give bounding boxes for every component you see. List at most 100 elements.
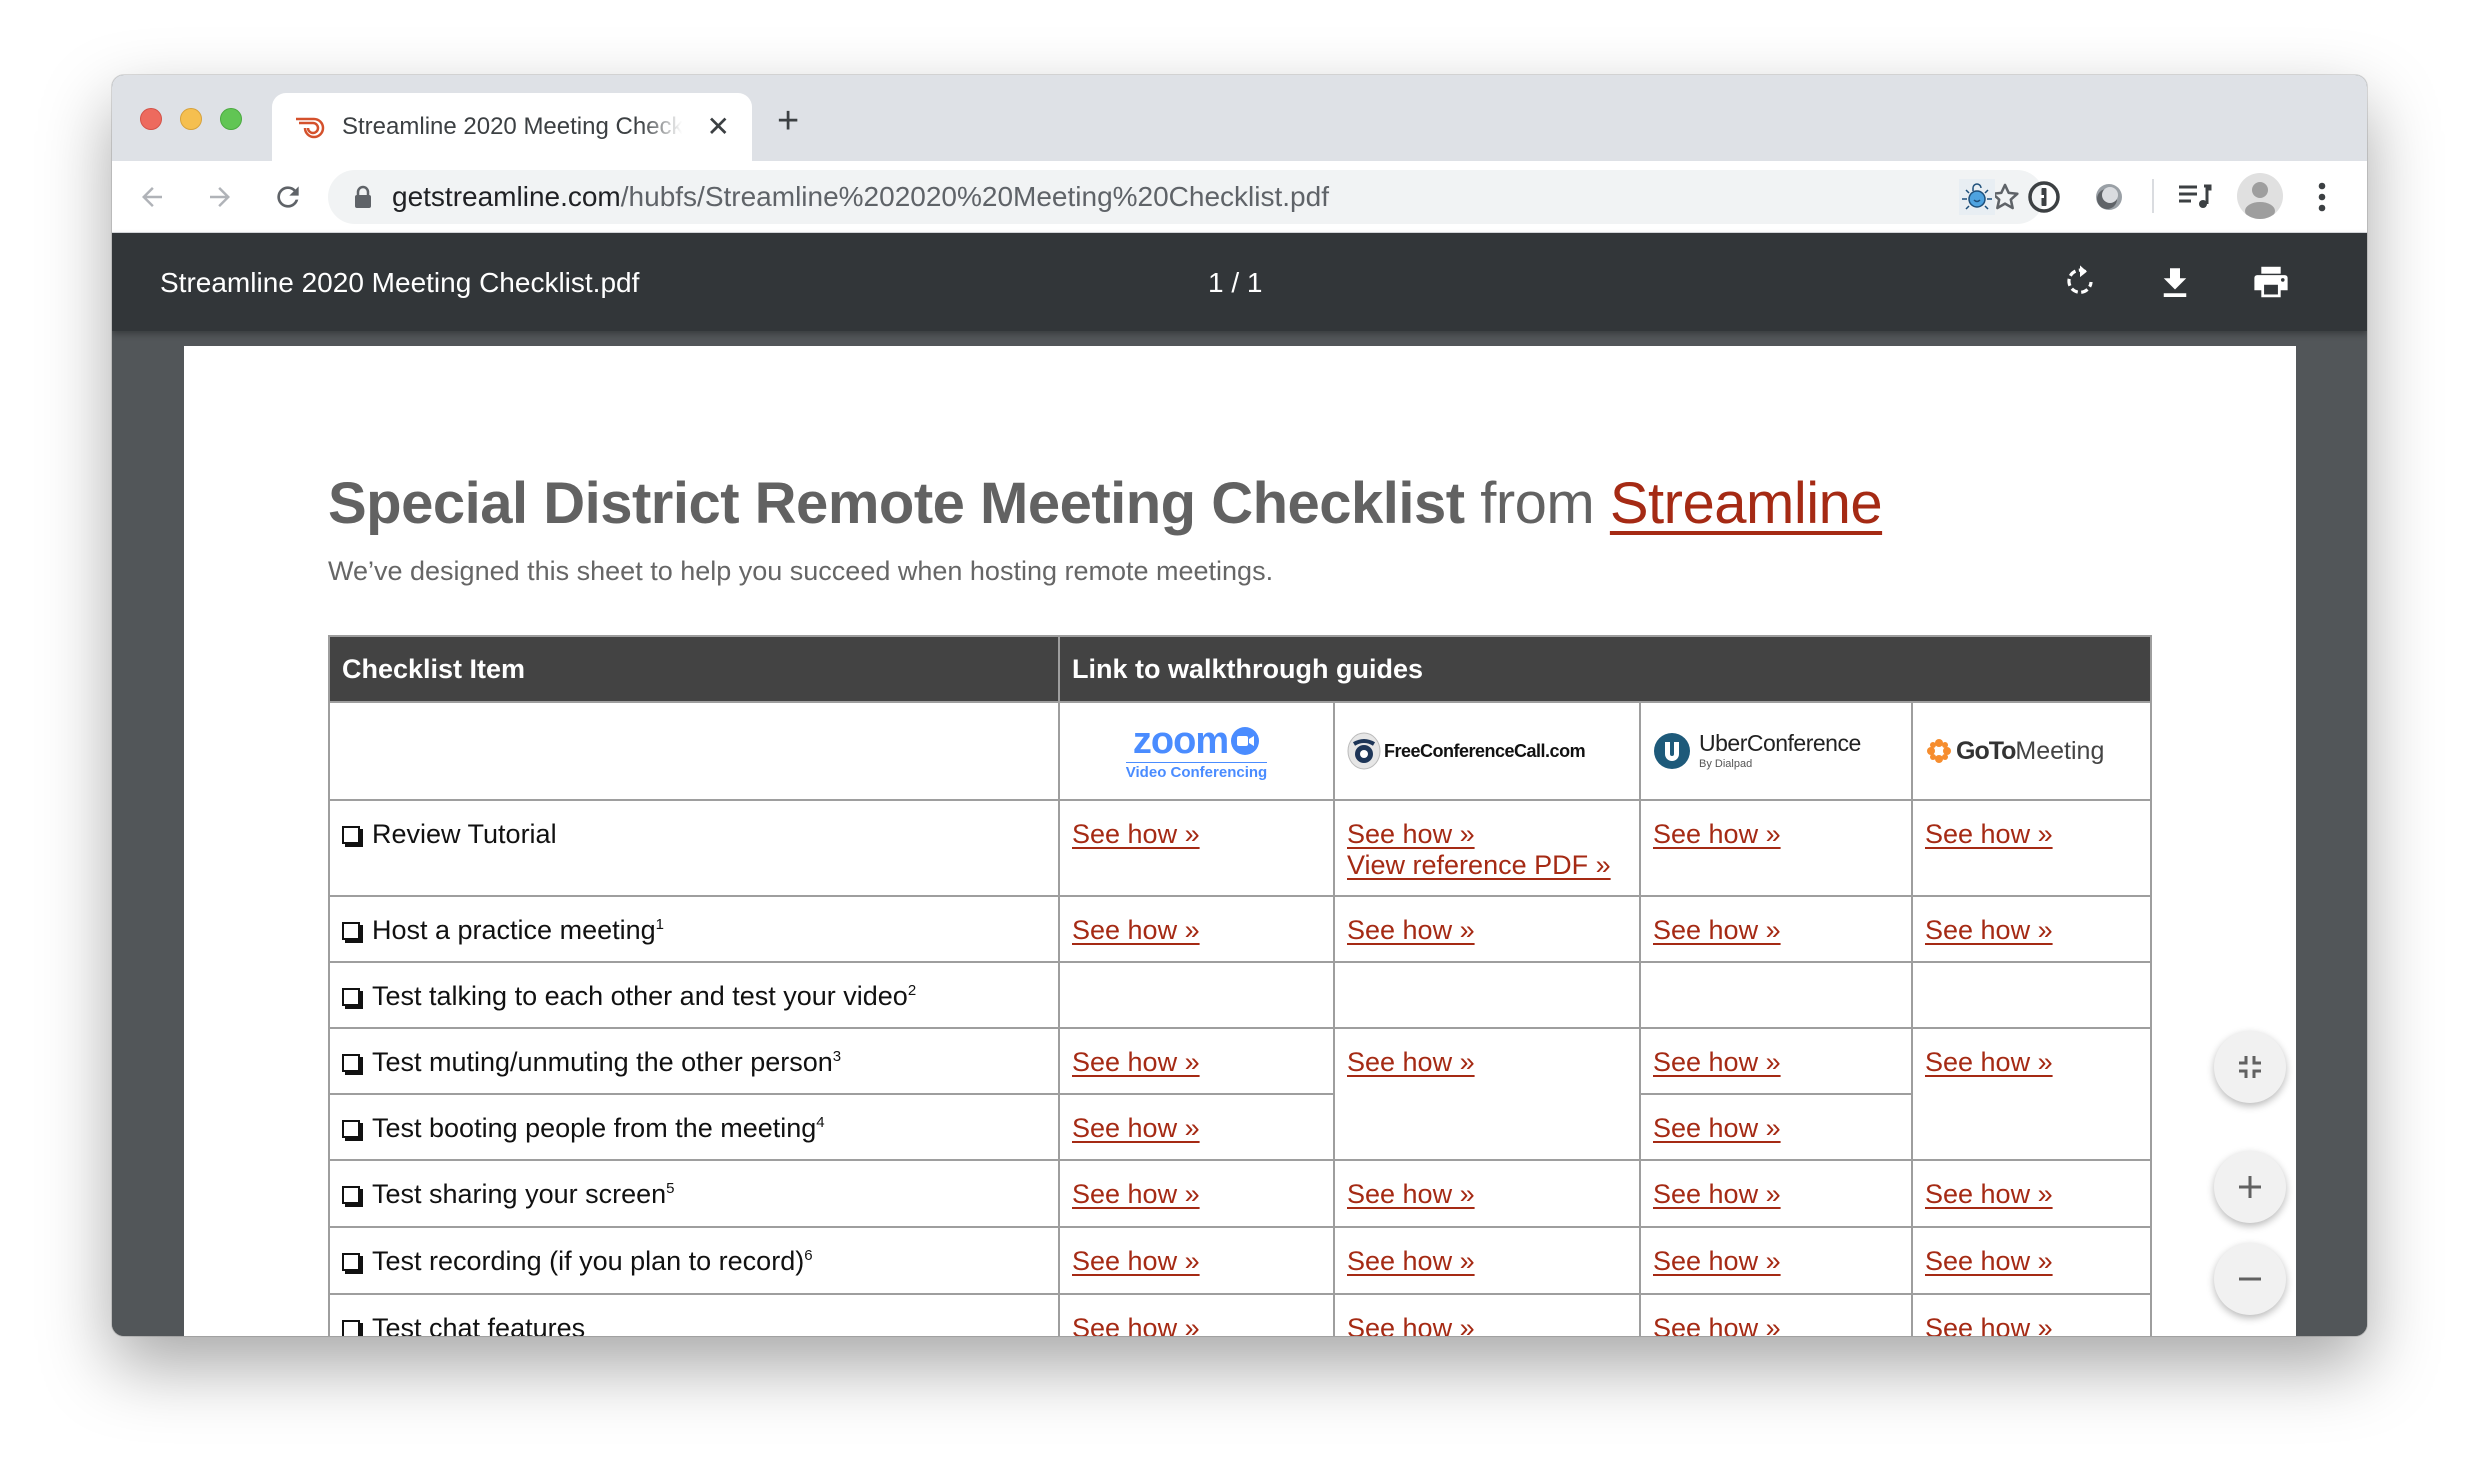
- arrow-right-icon: [210, 187, 230, 207]
- 1password-icon[interactable]: [2024, 177, 2064, 217]
- table-row: Review Tutorial See how » See how » View …: [328, 799, 2152, 897]
- checkbox-icon[interactable]: [342, 1253, 360, 1271]
- see-how-link[interactable]: See how »: [1072, 915, 1321, 946]
- see-how-link[interactable]: See how »: [1925, 915, 2138, 946]
- see-how-link[interactable]: See how »: [1072, 1246, 1321, 1277]
- checklist-item-label: Test talking to each other and test your…: [372, 981, 908, 1011]
- header-checklist-item: Checklist Item: [328, 635, 1060, 703]
- tab-close-icon[interactable]: ✕: [707, 111, 730, 143]
- zoom-in-button[interactable]: [2214, 1151, 2286, 1223]
- gotomeeting-flower-icon: [1927, 739, 1951, 763]
- reload-button[interactable]: [268, 177, 308, 217]
- pdf-toolbar: Streamline 2020 Meeting Checklist.pdf 1 …: [112, 233, 2367, 331]
- see-how-link[interactable]: See how »: [1653, 1113, 1899, 1144]
- checkbox-icon[interactable]: [342, 1054, 360, 1072]
- new-tab-button[interactable]: +: [777, 102, 799, 140]
- checkbox-icon[interactable]: [342, 988, 360, 1006]
- see-how-link[interactable]: See how »: [1072, 1313, 1321, 1336]
- see-how-link[interactable]: See how »: [1347, 1246, 1627, 1277]
- see-how-link[interactable]: See how »: [1347, 1179, 1627, 1210]
- see-how-link[interactable]: See how »: [1925, 1179, 2138, 1210]
- streamline-link[interactable]: Streamline: [1610, 471, 1883, 536]
- heading-title: Special District Remote Meeting Checklis…: [328, 471, 1465, 536]
- checkbox-icon[interactable]: [342, 826, 360, 844]
- logo-row: zoom Video Conferencing FreeConferenceCa…: [328, 701, 2152, 801]
- checklist-item-label: Test chat features: [372, 1313, 586, 1336]
- table-row: Host a practice meeting1 See how » See h…: [328, 895, 2152, 963]
- view-reference-pdf-link[interactable]: View reference PDF »: [1347, 850, 1627, 881]
- see-how-link[interactable]: See how »: [1653, 1246, 1899, 1277]
- telephone-icon: [1347, 732, 1381, 770]
- lightbulb-extension-icon[interactable]: [1957, 177, 1997, 217]
- person-icon: [2245, 182, 2275, 219]
- see-how-link[interactable]: See how »: [1925, 1246, 2138, 1277]
- gotomeeting-logo: GoTo Meeting: [1911, 701, 2152, 801]
- uberconference-logo-sub: By Dialpad: [1699, 758, 1753, 770]
- footnote-marker: 1: [655, 916, 664, 933]
- footnote-marker: 2: [907, 982, 917, 999]
- checklist-item-label: Test recording (if you plan to record): [372, 1246, 805, 1276]
- empty-cell: [1058, 961, 1335, 1029]
- uberconference-u-icon: [1654, 733, 1690, 769]
- header-walkthrough-guides: Link to walkthrough guides: [1058, 635, 2152, 703]
- address-bar[interactable]: getstreamline.com/hubfs/Streamline%20202…: [328, 170, 2044, 224]
- checkbox-icon[interactable]: [342, 1120, 360, 1138]
- see-how-link[interactable]: See how »: [1072, 1113, 1321, 1144]
- see-how-link[interactable]: See how »: [1347, 819, 1627, 850]
- rotate-button[interactable]: [2057, 259, 2103, 305]
- checkbox-icon[interactable]: [342, 922, 360, 940]
- uberconference-logo-text: UberConference: [1699, 730, 1861, 756]
- table-header-row: Checklist Item Link to walkthrough guide…: [328, 635, 2152, 703]
- close-window-button[interactable]: [140, 108, 162, 130]
- pdf-viewer-area[interactable]: Special District Remote Meeting Checklis…: [112, 331, 2367, 1336]
- see-how-link[interactable]: See how »: [1072, 1047, 1321, 1078]
- print-icon: [2254, 266, 2288, 298]
- minimize-window-button[interactable]: [180, 108, 202, 130]
- tab-strip: Streamline 2020 Meeting Checklist.pdf ✕ …: [112, 75, 2367, 161]
- reload-icon: [277, 186, 299, 208]
- media-control-icon[interactable]: [2175, 177, 2215, 217]
- forward-button[interactable]: [200, 177, 240, 217]
- fit-to-page-button[interactable]: [2214, 1031, 2286, 1103]
- see-how-link[interactable]: See how »: [1072, 1179, 1321, 1210]
- browser-menu-button[interactable]: [2302, 177, 2342, 217]
- maximize-window-button[interactable]: [220, 108, 242, 130]
- tab-title: Streamline 2020 Meeting Checklist.pdf: [342, 113, 682, 140]
- back-button[interactable]: [132, 177, 172, 217]
- zoom-logo-text: zoom: [1132, 720, 1229, 762]
- tab-active[interactable]: Streamline 2020 Meeting Checklist.pdf ✕: [272, 93, 752, 161]
- profile-avatar[interactable]: [2237, 173, 2283, 219]
- gotomeeting-logo-text: Meeting: [2015, 736, 2105, 765]
- see-how-link[interactable]: See how »: [1925, 819, 2138, 850]
- url-text[interactable]: getstreamline.com/hubfs/Streamline%20202…: [392, 181, 1329, 213]
- circle-extension-icon[interactable]: [2089, 177, 2129, 217]
- streamline-favicon-icon: [296, 117, 325, 139]
- empty-cell: [1639, 961, 1913, 1029]
- see-how-link[interactable]: See how »: [1347, 1313, 1627, 1336]
- download-button[interactable]: [2152, 259, 2198, 305]
- checklist-table: Checklist Item Link to walkthrough guide…: [328, 635, 2152, 1336]
- checklist-item: Test talking to each other and test your…: [328, 961, 1060, 1029]
- see-how-link[interactable]: See how »: [1653, 1179, 1899, 1210]
- zoom-out-button[interactable]: [2214, 1243, 2286, 1315]
- table-row: Test booting people from the meeting4 Se…: [328, 1093, 2151, 1161]
- see-how-link[interactable]: See how »: [1653, 819, 1899, 850]
- freeconferencecall-logo-text: FreeConferenceCall.com: [1384, 740, 1586, 761]
- checkbox-icon[interactable]: [342, 1186, 360, 1204]
- see-how-link[interactable]: See how »: [1072, 819, 1321, 850]
- browser-window: Streamline 2020 Meeting Checklist.pdf ✕ …: [112, 75, 2367, 1336]
- zoom-camera-icon: [1231, 727, 1260, 755]
- see-how-link[interactable]: See how »: [1653, 1313, 1899, 1336]
- arrow-left-icon: [142, 187, 162, 207]
- see-how-link[interactable]: See how »: [1347, 915, 1627, 946]
- see-how-link[interactable]: See how »: [1347, 1047, 1627, 1078]
- see-how-link[interactable]: See how »: [1653, 915, 1899, 946]
- see-how-link[interactable]: See how »: [1925, 1313, 2138, 1336]
- table-row: Test talking to each other and test your…: [328, 961, 2152, 1029]
- checkbox-icon[interactable]: [342, 1320, 360, 1336]
- see-how-link[interactable]: See how »: [1653, 1047, 1899, 1078]
- checklist-item: Review Tutorial: [328, 799, 1060, 897]
- footnote-marker: 6: [804, 1247, 813, 1264]
- print-button[interactable]: [2248, 259, 2294, 305]
- see-how-link[interactable]: See how »: [1925, 1047, 2138, 1078]
